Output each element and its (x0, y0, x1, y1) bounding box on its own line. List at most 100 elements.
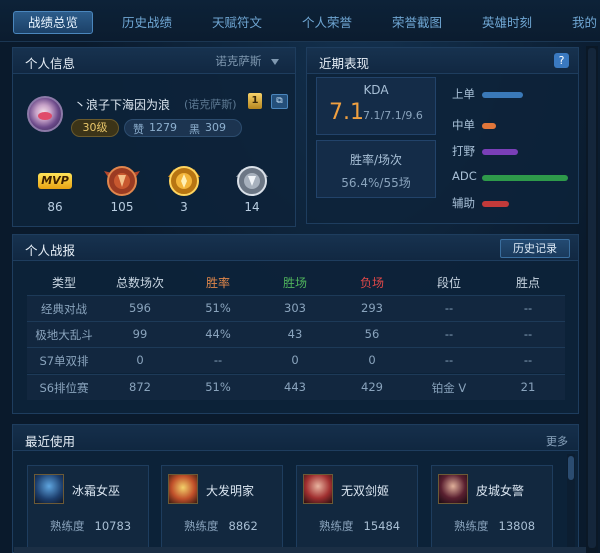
table-header-3: 胜场 (282, 276, 307, 290)
help-icon[interactable]: ? (554, 53, 569, 68)
profile-panel-title: 个人信息 (25, 56, 76, 71)
gold-medal-icon (168, 166, 200, 196)
table-cell: 293 (361, 301, 383, 315)
table-header-5: 段位 (436, 276, 461, 290)
tab-honor[interactable]: 个人荣誉 (302, 12, 352, 34)
champion-portrait (303, 474, 333, 504)
table-header-0: 类型 (51, 276, 76, 290)
champion-card[interactable]: 皮城女警熟练度 13808 (431, 465, 553, 553)
table-cell: -- (523, 301, 533, 315)
tab-history[interactable]: 历史战绩 (122, 12, 172, 34)
mastery-label: 熟练度 (50, 519, 85, 533)
tab-runes[interactable]: 天赋符文 (212, 12, 262, 34)
champion-mastery: 熟练度 10783 (50, 518, 131, 534)
table-header-4: 负场 (359, 276, 384, 290)
mastery-value: 15484 (363, 519, 401, 533)
role-bar-track (482, 149, 572, 155)
table-header-6: 胜点 (515, 276, 540, 290)
winrate-value: 56.4%/55场 (341, 176, 411, 190)
champion-name: 大发明家 (206, 484, 255, 498)
black-label: 黑 (189, 123, 200, 136)
kda-value: 7.1 (329, 100, 364, 125)
role-bar-fill (482, 201, 509, 207)
page-scrollbar-thumb[interactable] (588, 48, 596, 548)
tab-honor-screenshots[interactable]: 荣誉截图 (392, 12, 442, 34)
level-badge: 30级 (71, 119, 119, 137)
role-bar-fill (482, 149, 518, 155)
kda-label: KDA (363, 83, 389, 97)
recent-used-title: 最近使用 (25, 434, 76, 449)
champion-card[interactable]: 冰霜女巫熟练度 10783 (27, 465, 149, 553)
kda-detail: 7.1/7.1/9.6 (363, 109, 423, 122)
tab-hero-moments[interactable]: 英雄时刻 (482, 12, 532, 34)
tab-overview[interactable]: 战绩总览 (13, 11, 94, 34)
champion-card[interactable]: 无双剑姬熟练度 15484 (296, 465, 418, 553)
table-row: 极地大乱斗 99 44% 43 56 -- -- (27, 321, 565, 347)
table-row: S7单双排 0 -- 0 0 -- -- (27, 347, 565, 373)
role-label-3: ADC (452, 169, 477, 183)
praise-count: 1279 (149, 121, 177, 134)
champion-portrait (438, 474, 468, 504)
champion-mastery: 熟练度 13808 (454, 518, 535, 534)
table-cell: 44% (205, 327, 231, 341)
role-bar-fill (482, 175, 568, 181)
champion-portrait (168, 474, 198, 504)
table-cell: 596 (129, 301, 151, 315)
bronze-medal-icon (104, 166, 140, 196)
server-name: (诺克萨斯) (184, 98, 237, 111)
black-count: 309 (205, 121, 226, 134)
silver-medal-count: 14 (244, 200, 260, 214)
summoner-name: 丶浪子下海因为浪 (74, 98, 171, 112)
table-cell: 51% (205, 301, 231, 315)
history-record-button[interactable]: 历史记录 (500, 239, 570, 258)
mastery-label: 熟练度 (454, 519, 489, 533)
caret-down-icon (271, 58, 279, 65)
recent-panel-header: 近期表现 ? (307, 48, 578, 74)
table-cell: 429 (361, 380, 383, 394)
table-cell: -- (523, 327, 533, 341)
champion-portrait (34, 474, 64, 504)
mvp-icon: MVP (38, 173, 72, 189)
copy-icon[interactable]: ⧉ (271, 94, 288, 109)
profile-panel-header: 个人信息 诺克萨斯 (13, 48, 295, 74)
role-bar-fill (482, 92, 523, 98)
table-cell: 0 (291, 353, 299, 367)
table-cell: S7单双排 (39, 354, 89, 368)
champion-scrollbar-thumb[interactable] (568, 456, 574, 480)
winrate-box: 胜率/场次 56.4%/55场 (316, 140, 436, 198)
more-link[interactable]: 更多 (546, 433, 568, 449)
silver-medal-icon (236, 166, 268, 196)
table-cell: 经典对战 (41, 302, 87, 316)
table-cell: 99 (132, 327, 148, 341)
tab-mine[interactable]: 我的 (572, 12, 597, 34)
table-cell: 0 (136, 353, 144, 367)
table-row: 经典对战 596 51% 303 293 -- -- (27, 295, 565, 321)
role-bar-fill (482, 123, 497, 129)
bronze-medal-count: 105 (110, 200, 134, 214)
table-cell: -- (523, 353, 533, 367)
page-scrollbar[interactable] (586, 46, 598, 553)
champion-name: 冰霜女巫 (72, 484, 121, 498)
server-selector[interactable]: 诺克萨斯 (215, 53, 279, 69)
mastery-label: 熟练度 (319, 519, 354, 533)
mastery-value: 13808 (498, 519, 536, 533)
avatar[interactable] (27, 96, 63, 132)
table-cell: -- (444, 327, 454, 341)
stats-panel-title: 个人战报 (25, 243, 76, 258)
table-row: S6排位赛 872 51% 443 429 铂金 V 21 (27, 374, 565, 400)
champion-name: 无双剑姬 (341, 484, 390, 498)
recent-used-header: 最近使用 更多 (13, 425, 578, 451)
champion-name: 皮城女警 (476, 484, 525, 498)
champion-scrollbar[interactable] (567, 454, 575, 553)
reputation-pill: 赞 1279 黑 309 (124, 119, 242, 137)
table-cell: 872 (129, 380, 151, 394)
praise-label: 赞 (133, 123, 144, 136)
horizontal-scrollbar[interactable] (14, 547, 586, 553)
rank-badge-icon: 1 (248, 93, 262, 109)
table-cell: -- (444, 353, 454, 367)
top-tab-bar: 战绩总览 历史战绩 天赋符文 个人荣誉 荣誉截图 英雄时刻 我的 (0, 0, 600, 42)
role-bar-track (482, 123, 572, 129)
table-cell: -- (213, 353, 223, 367)
role-label-1: 中单 (452, 118, 475, 132)
champion-card[interactable]: 大发明家 熟练度 8862 (161, 465, 283, 553)
